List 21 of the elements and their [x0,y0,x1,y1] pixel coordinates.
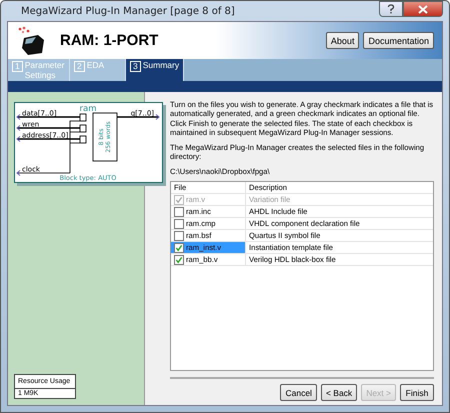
wizard-button[interactable]: Finish [400,384,434,401]
help-icon [387,4,395,14]
close-icon [418,4,428,14]
checkbox[interactable] [174,254,184,265]
checkbox[interactable] [174,206,184,217]
symbol-name: ram [80,104,96,114]
wizard-button[interactable]: Cancel [280,384,317,401]
close-button[interactable] [403,1,443,17]
checkbox[interactable] [174,230,184,241]
help-button[interactable] [379,1,403,17]
step-number: 3 [130,61,141,72]
header-button[interactable]: Documentation [363,32,434,49]
step-number: 2 [74,61,85,72]
wizard-button[interactable]: < Back [320,384,358,401]
wizard-tab[interactable]: 3 Summary [126,59,184,81]
step-number: 1 [12,61,23,72]
page-title: RAM: 1-PORT [60,32,160,49]
checkbox[interactable] [174,218,184,229]
window-title: MegaWizard Plug-In Manager [page 8 of 8] [20,6,235,16]
checkbox[interactable] [174,242,184,253]
header-button[interactable]: About [326,32,360,49]
